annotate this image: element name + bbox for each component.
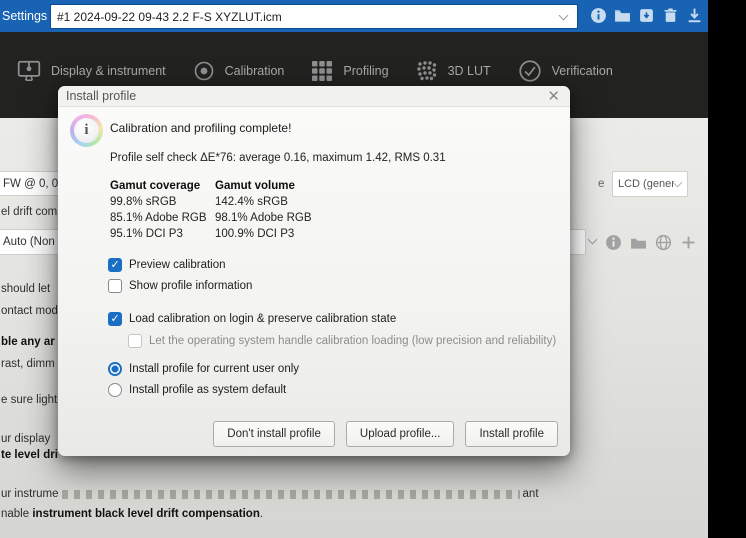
checkbox-load-calibration-on-login[interactable]: Load calibration on login & preserve cal… bbox=[108, 312, 396, 326]
checkbox-checked-icon[interactable] bbox=[108, 258, 122, 272]
desktop-gap bbox=[708, 0, 746, 538]
tab-label: 3D LUT bbox=[447, 64, 491, 78]
tab-display-instrument[interactable]: Display & instrument bbox=[16, 58, 166, 84]
display-combobox-value: FW @ 0, 0 bbox=[3, 177, 59, 190]
radio-label: Install profile for current user only bbox=[129, 363, 300, 375]
displaycal-main-window: Display & instrument Calibration Profili… bbox=[0, 32, 708, 538]
checkbox-os-handle-calibration: Let the operating system handle calibrat… bbox=[128, 334, 556, 348]
tab-3d-lut[interactable]: 3D LUT bbox=[415, 59, 491, 83]
mode-combobox[interactable]: LCD (generic) bbox=[612, 171, 688, 197]
help-text-line: ur instrume ant bbox=[1, 488, 539, 500]
chevron-down-icon[interactable] bbox=[587, 234, 598, 245]
gamut-volume-header: Gamut volume bbox=[215, 180, 295, 192]
settings-profile-value: #1 2024-09-22 09-43 2.2 F-S XYZLUT.icm bbox=[57, 9, 282, 24]
help-text-line: nable instrument black level drift compe… bbox=[1, 508, 263, 520]
tab-label: Calibration bbox=[224, 64, 285, 78]
mode-combobox-value: LCD (generic) bbox=[618, 178, 674, 190]
correction-web-icon[interactable] bbox=[655, 234, 672, 251]
dont-install-profile-button[interactable]: Don't install profile bbox=[213, 421, 335, 447]
help-text-fragment: . bbox=[259, 508, 264, 520]
upload-profile-button[interactable]: Upload profile... bbox=[345, 421, 455, 447]
open-folder-icon[interactable] bbox=[614, 7, 631, 24]
correction-combobox[interactable]: Auto (Non bbox=[0, 229, 60, 255]
help-text-fragment: ant bbox=[522, 488, 539, 500]
help-text-fragment: rast, dimm bbox=[1, 358, 55, 370]
help-text-fragment: instrument black level drift compensatio… bbox=[32, 508, 260, 520]
gamut-table: Gamut coverage Gamut volume 99.8% sRGB 1… bbox=[110, 180, 312, 240]
display-instrument-icon bbox=[16, 58, 42, 84]
self-check-summary: Profile self check ΔE*76: average 0.16, … bbox=[110, 152, 446, 164]
settings-label: Settings bbox=[2, 9, 48, 23]
occluded-text-region bbox=[61, 489, 520, 499]
correction-combobox-value: Auto (Non bbox=[3, 236, 55, 248]
checkbox-label: Show profile information bbox=[129, 280, 253, 292]
dialog-button-row: Don't install profile Upload profile... … bbox=[213, 421, 558, 447]
gamut-coverage-adobergb: 85.1% Adobe RGB bbox=[110, 212, 207, 224]
gamut-coverage-header: Gamut coverage bbox=[110, 180, 201, 192]
completion-message: Calibration and profiling complete! bbox=[110, 121, 292, 135]
tab-label: Display & instrument bbox=[51, 64, 166, 78]
chevron-down-icon bbox=[558, 10, 569, 20]
help-text-fragment: ble any ar bbox=[1, 336, 55, 348]
help-text-fragment: ur display bbox=[1, 433, 51, 445]
help-text-fragment: ontact mod bbox=[1, 305, 58, 317]
info-color-icon: i bbox=[70, 114, 103, 147]
profiling-grid-icon bbox=[310, 59, 334, 83]
desktop-background: Settings #1 2024-09-22 09-43 2.2 F-S XYZ… bbox=[0, 0, 746, 538]
help-text-fragment: ur instrume bbox=[1, 488, 59, 500]
checkbox-label: Preview calibration bbox=[129, 259, 226, 271]
help-text-fragment: nable bbox=[1, 508, 33, 520]
radio-install-system-default[interactable]: Install profile as system default bbox=[108, 383, 286, 397]
tab-label: Profiling bbox=[343, 64, 389, 78]
help-text-fragment: should let bbox=[1, 283, 51, 295]
tab-calibration[interactable]: Calibration bbox=[192, 59, 285, 83]
checkbox-checked-icon[interactable] bbox=[108, 312, 122, 326]
download-icon[interactable] bbox=[686, 7, 703, 24]
drift-compensation-label-fragment: el drift com bbox=[1, 206, 58, 218]
gamut-coverage-dcip3: 95.1% DCI P3 bbox=[110, 228, 183, 240]
checkbox-disabled-icon bbox=[128, 334, 142, 348]
archive-profile-icon[interactable] bbox=[638, 7, 655, 24]
correction-info-icon[interactable] bbox=[605, 234, 622, 251]
gamut-volume-srgb: 142.4% sRGB bbox=[215, 196, 288, 208]
chevron-down-icon bbox=[672, 177, 683, 188]
info-icon[interactable] bbox=[590, 7, 607, 24]
help-text-fragment: e sure light bbox=[1, 394, 58, 406]
install-profile-button[interactable]: Install profile bbox=[465, 421, 558, 447]
dialog-title: Install profile bbox=[66, 89, 137, 103]
checkbox-show-profile-information[interactable]: Show profile information bbox=[108, 279, 252, 293]
tab-profiling[interactable]: Profiling bbox=[310, 59, 389, 83]
lut3d-dots-icon bbox=[415, 59, 439, 83]
verification-check-icon bbox=[517, 58, 543, 84]
radio-selected-icon[interactable] bbox=[108, 362, 122, 376]
checkbox-label: Let the operating system handle calibrat… bbox=[149, 335, 557, 347]
tab-label: Verification bbox=[551, 64, 613, 78]
radio-label: Install profile as system default bbox=[129, 384, 287, 396]
gamut-volume-adobergb: 98.1% Adobe RGB bbox=[215, 212, 312, 224]
radio-install-current-user[interactable]: Install profile for current user only bbox=[108, 362, 299, 376]
mode-label-fragment: e bbox=[598, 178, 605, 190]
correction-add-icon[interactable] bbox=[680, 234, 697, 251]
help-text-fragment: te level dri bbox=[1, 449, 58, 461]
tab-verification[interactable]: Verification bbox=[517, 58, 613, 84]
install-profile-dialog: Install profile ✕ i Calibration and prof… bbox=[58, 86, 570, 456]
calibration-target-icon bbox=[192, 59, 216, 83]
trash-icon[interactable] bbox=[662, 7, 679, 24]
settings-toolbar: Settings #1 2024-09-22 09-43 2.2 F-S XYZ… bbox=[0, 0, 709, 32]
gamut-coverage-srgb: 99.8% sRGB bbox=[110, 196, 177, 208]
gamut-volume-dcip3: 100.9% DCI P3 bbox=[215, 228, 295, 240]
correction-folder-icon[interactable] bbox=[630, 234, 647, 251]
close-icon[interactable]: ✕ bbox=[547, 89, 560, 104]
checkbox-preview-calibration[interactable]: Preview calibration bbox=[108, 258, 226, 272]
radio-unselected-icon[interactable] bbox=[108, 383, 122, 397]
checkbox-unchecked-icon[interactable] bbox=[108, 279, 122, 293]
dialog-titlebar[interactable]: Install profile ✕ bbox=[58, 86, 570, 107]
settings-profile-combobox[interactable]: #1 2024-09-22 09-43 2.2 F-S XYZLUT.icm bbox=[50, 4, 578, 29]
checkbox-label: Load calibration on login & preserve cal… bbox=[129, 313, 397, 325]
